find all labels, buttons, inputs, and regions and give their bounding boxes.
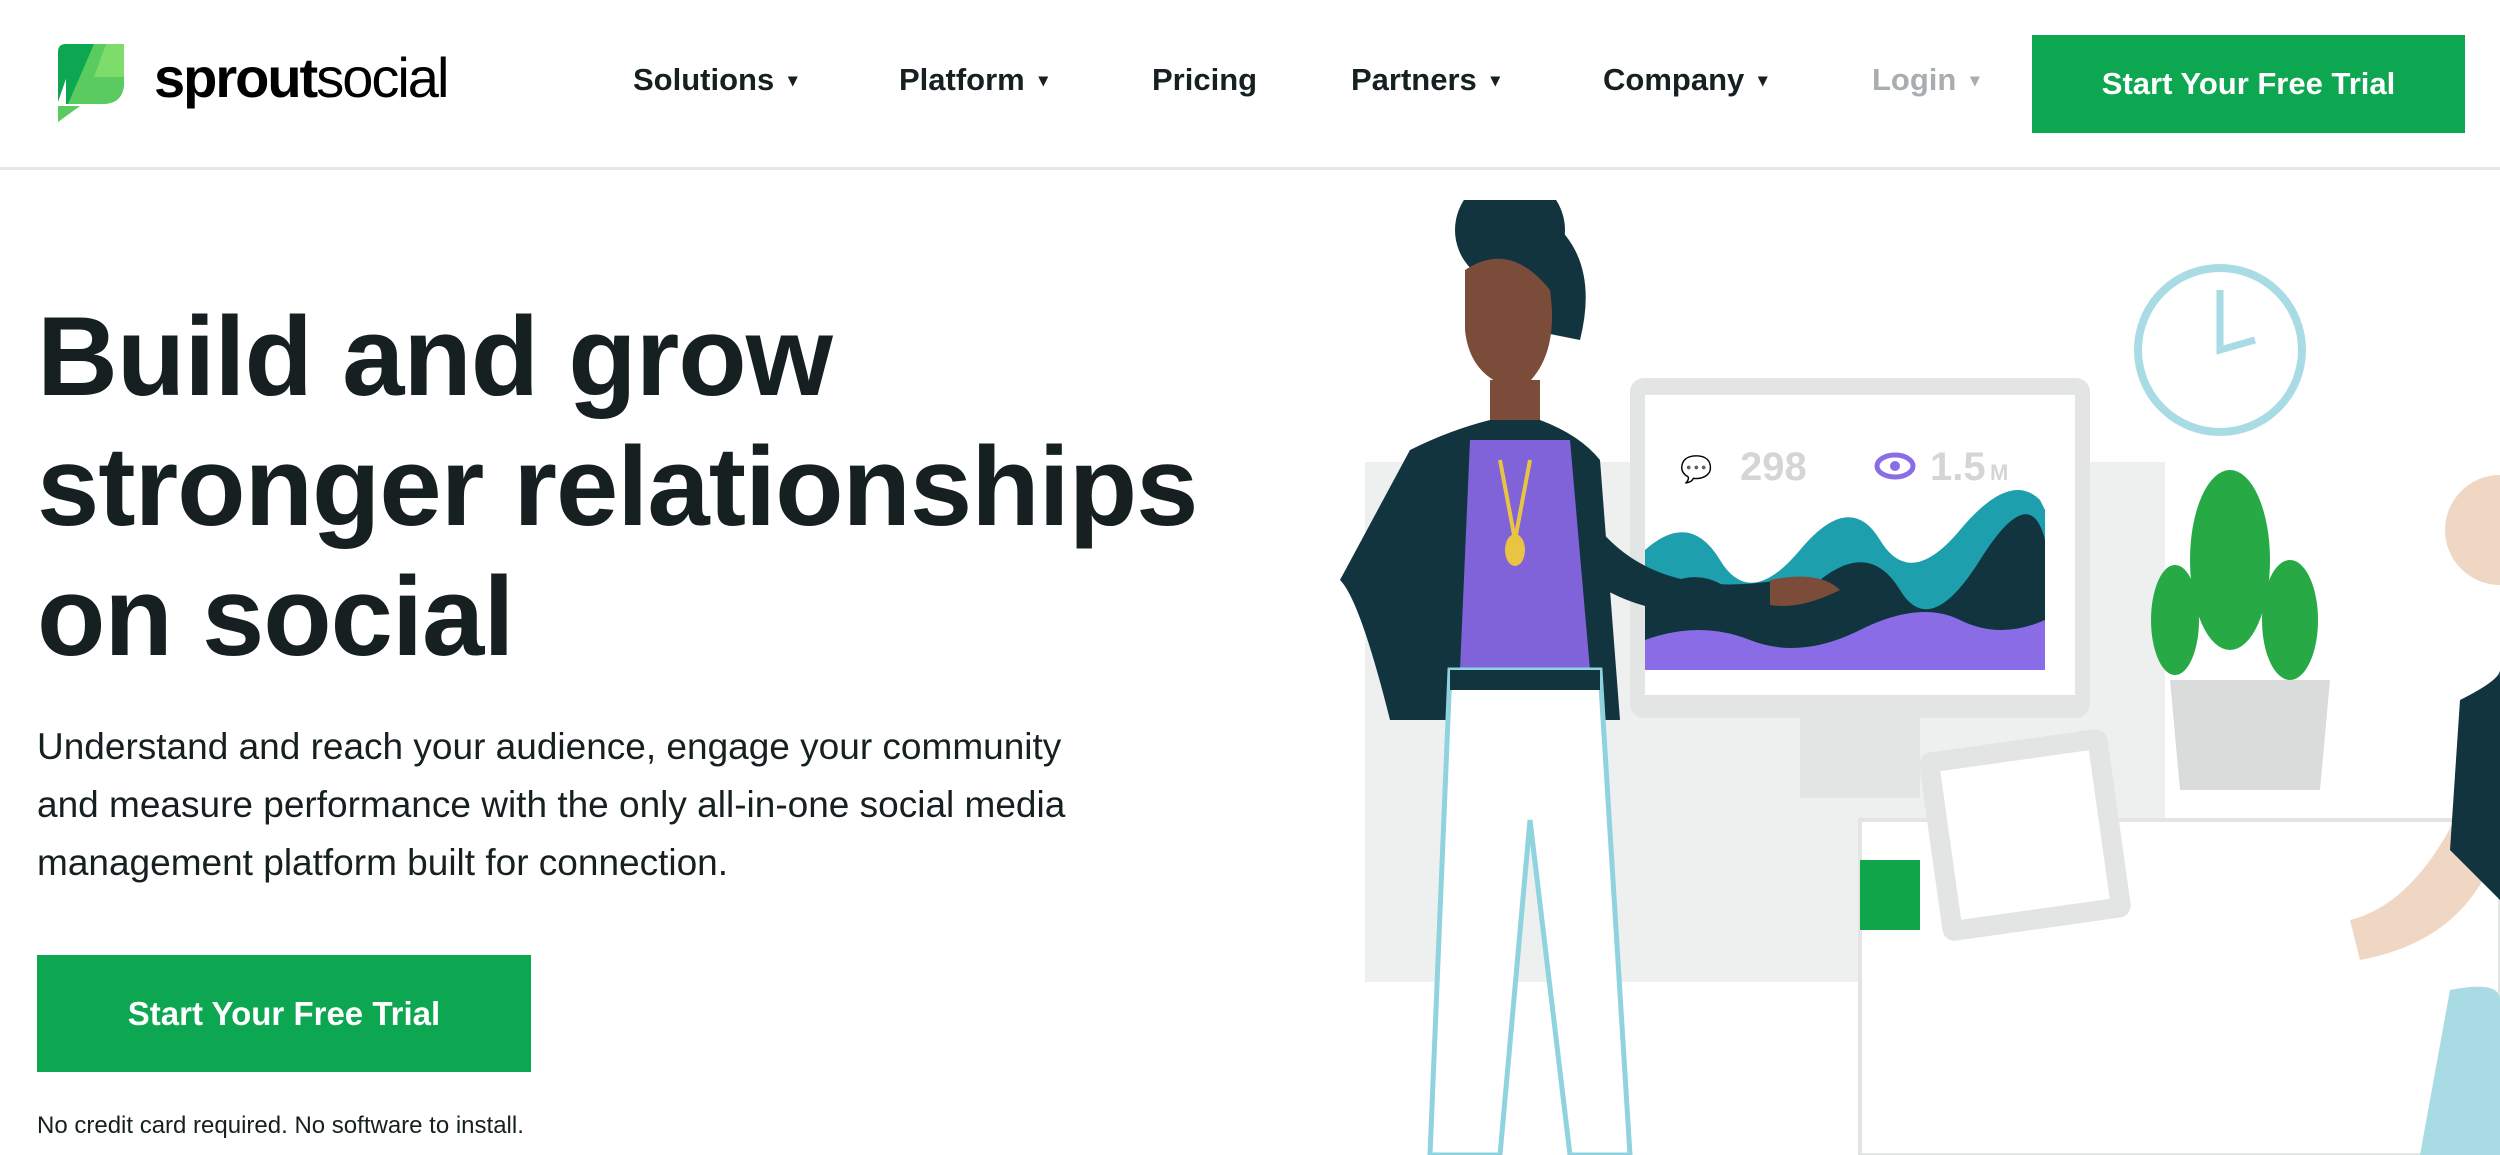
comments-icon: 💬 (1680, 454, 1712, 484)
nav-login[interactable]: Login ▾ (1872, 62, 1979, 98)
subtitle-line: Understand and reach your audience, enga… (37, 726, 1062, 767)
nav-label: Company (1603, 62, 1745, 97)
title-line: on social (37, 554, 514, 679)
nav-solutions[interactable]: Solutions ▾ (633, 62, 797, 98)
site-header: sproutsocial Solutions ▾ Platform ▾ Pricin… (0, 0, 2500, 170)
no-credit-card-note: No credit card required. No software to … (37, 1112, 524, 1139)
sprout-leaf-icon (58, 44, 124, 122)
hero-free-trial-button[interactable]: Start Your Free Trial (37, 955, 531, 1072)
caret-down-icon: ▾ (1038, 69, 1048, 90)
subtitle-line: and measure performance with the only al… (37, 784, 1066, 825)
title-line: stronger relationships (37, 424, 1198, 549)
nav-label: Pricing (1152, 62, 1258, 97)
hero-illustration: 💬 298 1.5 M (1340, 200, 2500, 1155)
hero-subtitle: Understand and reach your audience, enga… (37, 718, 1237, 892)
header-free-trial-button[interactable]: Start Your Free Trial (2032, 35, 2465, 133)
svg-text:1.5: 1.5 (1930, 445, 1986, 489)
caret-down-icon: ▾ (1490, 69, 1500, 90)
svg-text:298: 298 (1740, 445, 1807, 489)
sprout-social-logo[interactable]: sproutsocial (58, 42, 449, 122)
nav-label: Platform (899, 62, 1025, 97)
subtitle-line: management platform built for connection… (37, 842, 729, 883)
hero-title: Build and grow stronger relationships on… (37, 292, 1287, 682)
svg-text:M: M (1990, 460, 2008, 485)
nav-label: Partners (1351, 62, 1477, 97)
nav-label: Login (1872, 62, 1957, 97)
nav-platform[interactable]: Platform ▾ (899, 62, 1048, 98)
nav-label: Solutions (633, 62, 775, 97)
nav-pricing[interactable]: Pricing (1152, 62, 1257, 98)
caret-down-icon: ▾ (1758, 69, 1768, 90)
caret-down-icon: ▾ (788, 69, 798, 90)
title-line: Build and grow (37, 294, 833, 419)
nav-partners[interactable]: Partners ▾ (1351, 62, 1500, 98)
caret-down-icon: ▾ (1970, 69, 1980, 90)
logo-wordmark: sproutsocial (154, 45, 449, 109)
nav-company[interactable]: Company ▾ (1603, 62, 1767, 98)
